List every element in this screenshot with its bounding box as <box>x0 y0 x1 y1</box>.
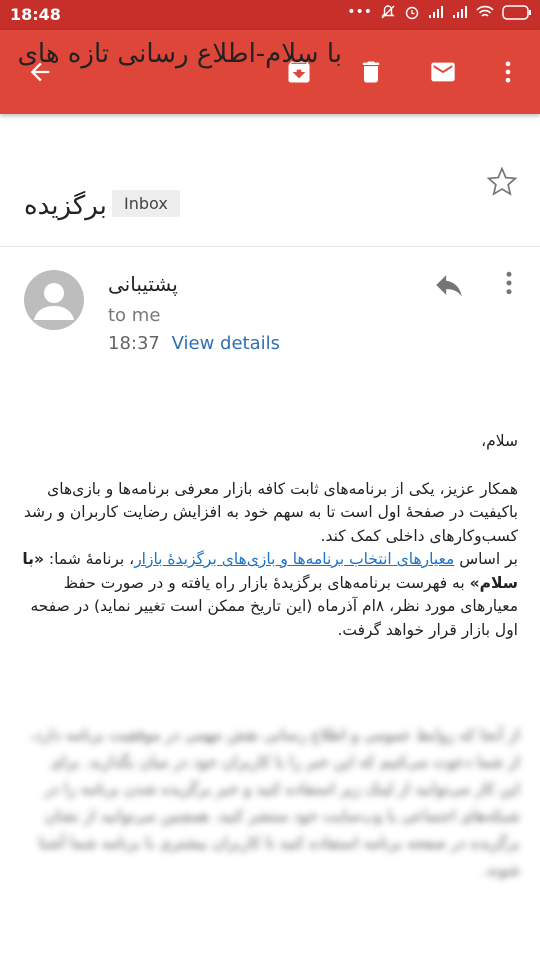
para-after-link: ، برنامهٔ شما: <box>43 550 135 568</box>
subject-title-continued: برگزیده <box>24 191 107 221</box>
status-bar: 18:48 ••• <box>0 0 540 30</box>
sender-avatar[interactable] <box>24 270 84 330</box>
status-time: 18:48 <box>10 5 61 24</box>
signal-icon <box>429 6 443 18</box>
mute-icon <box>381 5 395 19</box>
reply-icon <box>436 275 462 297</box>
sender-name: پشتیبانی <box>108 272 178 296</box>
inbox-label-badge[interactable]: Inbox <box>112 190 180 217</box>
battery-icon <box>502 4 531 20</box>
message-meta: 18:37 View details <box>108 333 280 354</box>
mark-unread-button[interactable] <box>423 52 463 92</box>
para-prefix: بر اساس <box>454 550 518 568</box>
delete-button[interactable] <box>351 52 391 92</box>
greeting-text: سلام، <box>481 432 518 450</box>
criteria-link[interactable]: معیارهای انتخاب برنامه‌ها و بازی‌های برگ… <box>134 550 454 568</box>
message-time: 18:37 <box>108 333 160 354</box>
body-paragraph: همکار عزیز، یکی از برنامه‌های ثابت کافه … <box>23 479 518 545</box>
star-button[interactable] <box>486 166 518 202</box>
subject-title: با سلام-اطلاع رسانی تازه های <box>17 39 342 69</box>
subject-header <box>0 114 540 247</box>
blurred-body-text: از آنجا که روابط عمومی و اطلاع رسانی نقش… <box>30 726 520 879</box>
delete-icon <box>362 61 380 83</box>
message-body: سلام، همکار عزیز، یکی از برنامه‌های ثابت… <box>22 430 518 642</box>
mail-icon <box>431 62 455 82</box>
view-details-link[interactable]: View details <box>172 333 280 354</box>
alarm-icon <box>405 6 419 20</box>
message-more-button[interactable] <box>494 266 524 304</box>
recipient-text: to me <box>108 305 161 326</box>
wifi-icon <box>476 5 494 17</box>
reply-button[interactable] <box>432 268 466 306</box>
signal-icon <box>453 6 467 18</box>
overflow-menu-button[interactable] <box>488 52 528 92</box>
more-vertical-icon <box>505 61 511 83</box>
person-icon <box>34 283 74 320</box>
status-icons: ••• <box>347 4 532 20</box>
more-vertical-icon <box>506 271 512 295</box>
dots-icon: ••• <box>347 4 372 20</box>
para-suffix: به فهرست برنامه‌های برگزیدهٔ بازار راه ی… <box>30 573 518 639</box>
body-paragraph-2: بر اساس معیارهای انتخاب برنامه‌ها و بازی… <box>22 548 518 642</box>
star-icon <box>486 166 518 196</box>
